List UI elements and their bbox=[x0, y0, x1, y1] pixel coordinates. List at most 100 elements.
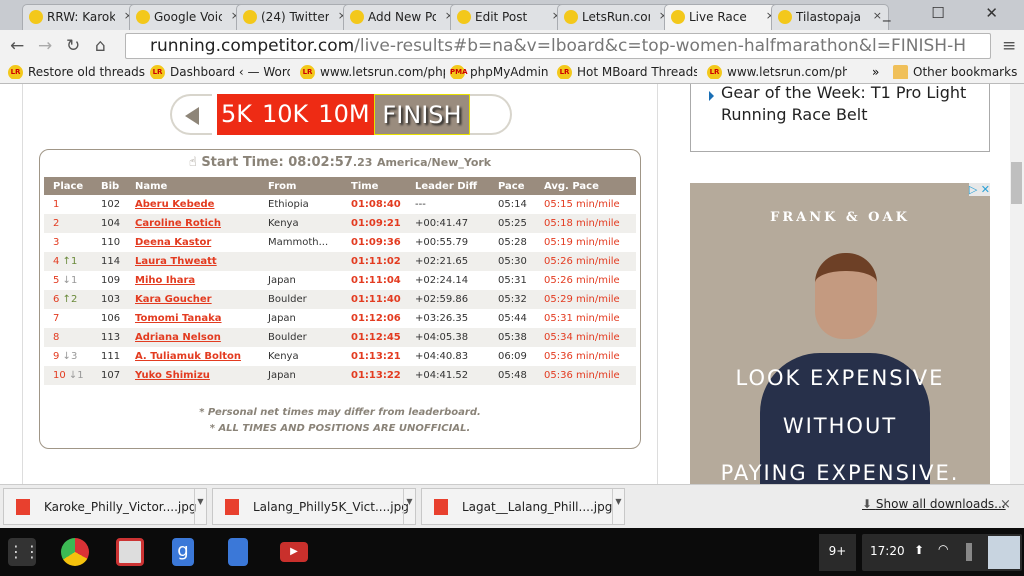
chrome-icon[interactable] bbox=[61, 538, 89, 566]
split-10k[interactable]: 10K bbox=[262, 100, 308, 128]
runner-link[interactable]: Adriana Nelson bbox=[135, 332, 221, 343]
table-row: 7 106 Tomomi Tanaka Japan 01:12:06 +03:2… bbox=[44, 309, 636, 328]
bookmark-item[interactable]: LR www.letsrun.com/php bbox=[707, 65, 847, 79]
youtube-icon[interactable]: ▶ bbox=[280, 542, 308, 562]
bookmark-label: www.letsrun.com/php bbox=[727, 65, 847, 79]
app-launcher-icon[interactable]: ⋮⋮ bbox=[8, 538, 40, 566]
google-docs-icon[interactable] bbox=[228, 538, 248, 566]
adchoices-icon[interactable]: ▷ ✕ bbox=[968, 183, 990, 196]
back-icon[interactable]: ← bbox=[10, 36, 24, 56]
tab-6[interactable]: Live Race× bbox=[664, 4, 782, 30]
runner-link[interactable]: Laura Thweatt bbox=[135, 256, 217, 267]
close-tab-icon[interactable]: × bbox=[873, 9, 882, 22]
leader-diff-cell: +02:24.14 bbox=[406, 271, 489, 290]
gmail-icon bbox=[29, 10, 43, 24]
name-cell: Laura Thweatt bbox=[126, 252, 259, 271]
upload-icon: ⬆ bbox=[914, 543, 925, 557]
left-arrow-icon bbox=[185, 107, 199, 125]
bookmark-item[interactable]: LR Dashboard ‹ — WordPress bbox=[150, 65, 290, 79]
bookmark-item[interactable]: LR Hot MBoard Threads bbox=[557, 65, 697, 79]
split-selector: 5K 10K 10M FINISH bbox=[170, 94, 512, 135]
download-menu-caret-icon[interactable]: ▼ bbox=[194, 489, 206, 524]
bookmark-item[interactable]: PMA phpMyAdmin bbox=[450, 65, 549, 79]
leader-diff-cell: +04:05.38 bbox=[406, 328, 489, 347]
tab-label: (24) Twitter bbox=[261, 10, 329, 24]
leader-diff: +02:59.86 bbox=[415, 294, 469, 305]
tab-2[interactable]: (24) Twitter× bbox=[236, 4, 354, 30]
column-header: Bib bbox=[92, 177, 126, 195]
tab-0[interactable]: RRW: Karoke× bbox=[22, 4, 140, 30]
from-cell: Mammoth... bbox=[268, 237, 329, 248]
tab-7[interactable]: Tilastopaja × bbox=[771, 4, 889, 30]
show-all-label: Show all downloads... bbox=[875, 497, 1006, 511]
arrow-down-icon: ↓ bbox=[65, 370, 78, 381]
bookmark-item[interactable]: LR Restore old threads bbox=[8, 65, 145, 79]
forward-icon[interactable]: → bbox=[38, 36, 52, 56]
leader-diff-cell: +04:40.83 bbox=[406, 347, 489, 366]
results-table: Place Bib Name From Time Leader Diff Pace Avg. … bbox=[44, 177, 636, 385]
google-search-icon[interactable]: g bbox=[172, 538, 194, 566]
bib-cell: 103 bbox=[92, 290, 126, 309]
download-item[interactable]: Lagat__Lalang_Phill....jpg ▼ bbox=[421, 488, 625, 525]
tab-3[interactable]: Add New Post× bbox=[343, 4, 461, 30]
other-bookmarks[interactable]: Other bookmarks bbox=[893, 65, 1017, 79]
bookmark-item[interactable]: LR www.letsrun.com/php bbox=[300, 65, 445, 79]
runner-link[interactable]: Kara Goucher bbox=[135, 294, 212, 305]
letsrun-icon: LR bbox=[557, 65, 572, 79]
column-header: Place bbox=[44, 177, 92, 195]
pace-cell: 05:25 bbox=[489, 214, 535, 233]
home-icon[interactable]: ⌂ bbox=[95, 36, 106, 56]
close-downloads-button[interactable]: × bbox=[1000, 497, 1011, 512]
runner-link[interactable]: A. Tuliamuk Bolton bbox=[135, 351, 241, 362]
avg-pace-cell: 05:29 min/mile bbox=[535, 290, 636, 309]
pace-cell: 05:30 bbox=[489, 252, 535, 271]
scrollbar-thumb[interactable] bbox=[1011, 162, 1022, 204]
gear-of-week-link[interactable]: Gear of the Week: T1 Pro Light Running R… bbox=[721, 84, 981, 126]
download-menu-caret-icon[interactable]: ▼ bbox=[403, 489, 415, 524]
menu-icon[interactable]: ≡ bbox=[1002, 36, 1016, 56]
split-5k[interactable]: 5K bbox=[221, 100, 252, 128]
advertisement[interactable]: FRANK & OAK LOOK EXPENSIVE WITHOUT PAYIN… bbox=[690, 183, 990, 484]
download-item[interactable]: Karoke_Philly_Victor....jpg ▼ bbox=[3, 488, 207, 525]
hand-icon: ☝ bbox=[188, 155, 202, 170]
runner-link[interactable]: Caroline Rotich bbox=[135, 218, 221, 229]
leader-diff-cell: +00:41.47 bbox=[406, 214, 489, 233]
split-finish[interactable]: FINISH bbox=[374, 94, 470, 135]
split-10m[interactable]: 10M bbox=[318, 100, 369, 128]
download-item[interactable]: Lalang_Philly5K_Vict....jpg ▼ bbox=[212, 488, 416, 525]
tab-1[interactable]: Google Voice× bbox=[129, 4, 247, 30]
runner-link[interactable]: Tomomi Tanaka bbox=[135, 313, 222, 324]
runner-link[interactable]: Miho Ihara bbox=[135, 275, 195, 286]
position-change: 1 bbox=[77, 370, 84, 381]
next-split-button[interactable] bbox=[470, 94, 512, 135]
runner-link[interactable]: Deena Kastor bbox=[135, 237, 211, 248]
place-cell: 2 bbox=[44, 214, 92, 233]
ad-headline-3: PAYING EXPENSIVE. bbox=[720, 461, 960, 484]
name-cell: A. Tuliamuk Bolton bbox=[126, 347, 259, 366]
table-row: 3 110 Deena Kastor Mammoth... 01:09:36 +… bbox=[44, 233, 636, 252]
notifications-badge[interactable]: 9+ bbox=[819, 534, 856, 571]
bookmarks-overflow[interactable]: » bbox=[872, 65, 879, 79]
window-controls[interactable]: _ ☐ ✕ bbox=[883, 4, 1016, 22]
show-all-downloads-link[interactable]: ⬇ Show all downloads... bbox=[862, 497, 1006, 511]
download-menu-caret-icon[interactable]: ▼ bbox=[612, 489, 624, 524]
table-row: 1 102 Aberu Kebede Ethiopia 01:08:40 ---… bbox=[44, 195, 636, 214]
runner-link[interactable]: Yuko Shimizu bbox=[135, 370, 210, 381]
reload-icon[interactable]: ↻ bbox=[66, 36, 80, 56]
download-filename: Lalang_Philly5K_Vict....jpg bbox=[253, 500, 409, 514]
name-cell: Yuko Shimizu bbox=[126, 366, 259, 385]
previous-split-button[interactable] bbox=[170, 94, 212, 135]
leader-diff: +03:26.35 bbox=[415, 313, 469, 324]
scrollbar[interactable] bbox=[1010, 84, 1024, 484]
tab-5[interactable]: LetsRun.com× bbox=[557, 4, 675, 30]
ad-headline-1: LOOK EXPENSIVE bbox=[735, 366, 945, 390]
folder-icon bbox=[893, 65, 908, 79]
disclaimer-unofficial: * ALL TIMES AND POSITIONS ARE UNOFFICIAL… bbox=[209, 423, 471, 434]
pace-cell: 06:09 bbox=[498, 351, 527, 362]
runner-link[interactable]: Aberu Kebede bbox=[135, 199, 214, 210]
tab-4[interactable]: Edit Post× bbox=[450, 4, 568, 30]
time-cell: 01:09:36 bbox=[351, 237, 401, 248]
gmail-icon[interactable] bbox=[116, 538, 144, 566]
address-bar[interactable]: running.competitor.com/live-results#b=na… bbox=[125, 33, 991, 59]
status-tray[interactable]: 17:20 ⬆ ◠ bbox=[862, 534, 1022, 571]
